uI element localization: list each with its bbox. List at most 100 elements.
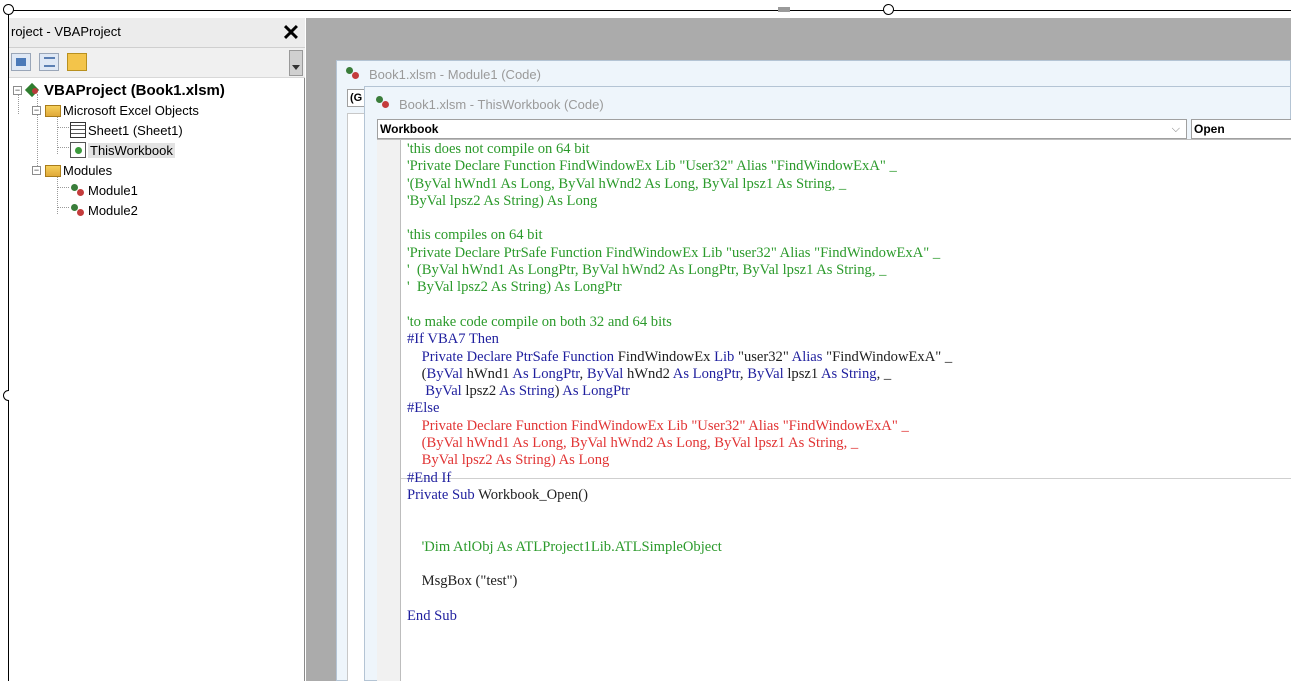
code-token: 'to make code compile on both 32 and 64 … (407, 313, 672, 330)
code-token: lpsz2 (465, 383, 500, 400)
object-dropdown[interactable]: Workbook ⌵ (377, 119, 1187, 139)
code-token: 'this does not compile on 64 bit (407, 141, 590, 157)
tree-item-thisworkbook[interactable]: ThisWorkbook (70, 140, 175, 160)
tree-item-project[interactable]: − VBAProject (Book1.xlsm) (13, 80, 225, 100)
code-line[interactable] (407, 522, 1287, 539)
frame-grip (778, 7, 790, 12)
procedure-dropdown[interactable]: Open (1191, 119, 1291, 139)
code-line[interactable]: ' (ByVal hWnd1 As LongPtr, ByVal hWnd2 A… (407, 262, 1287, 279)
resize-handle-top-left[interactable] (3, 4, 14, 15)
code-token: #End If (407, 469, 452, 486)
module1-window-titlebar[interactable]: Book1.xlsm - Module1 (Code) (337, 61, 1291, 87)
code-line[interactable]: 'ByVal lpsz2 As String) As Long (407, 193, 1287, 210)
code-editor[interactable]: 'this does not compile on 64 bit 'Private… (377, 139, 1291, 681)
code-line[interactable]: 'this does not compile on 64 bit (407, 141, 1287, 158)
project-explorer-toolbar (9, 48, 305, 78)
code-token: ByVal (425, 383, 466, 400)
code-token: ' (ByVal hWnd1 As LongPtr, ByVal hWnd2 A… (407, 262, 887, 279)
view-object-button[interactable] (39, 53, 59, 71)
workbook-icon (70, 142, 86, 158)
tree-item-module2[interactable]: Module2 (70, 200, 138, 220)
code-line[interactable]: 'this compiles on 64 bit (407, 227, 1287, 244)
tree-item-module1[interactable]: Module1 (70, 180, 138, 200)
code-line[interactable] (407, 504, 1287, 521)
collapse-icon[interactable]: − (13, 85, 22, 95)
code-line[interactable]: MsgBox ("test") (407, 573, 1287, 590)
code-text[interactable]: 'this does not compile on 64 bit 'Private… (407, 141, 1287, 625)
code-line[interactable]: 'Private Declare PtrSafe Function FindWi… (407, 245, 1287, 262)
code-line[interactable]: Private Declare PtrSafe Function FindWin… (407, 349, 1287, 366)
folder-icon (45, 105, 61, 117)
code-line[interactable]: #Else (407, 400, 1287, 417)
module-icon (375, 94, 395, 112)
code-line[interactable] (407, 556, 1287, 573)
resize-handle-top-middle[interactable] (883, 4, 894, 15)
object-dropdown-value: Workbook (380, 122, 439, 136)
code-margin[interactable] (377, 140, 401, 681)
code-line[interactable]: '(ByVal hWnd1 As Long, ByVal hWnd2 As Lo… (407, 176, 1287, 193)
code-line[interactable] (407, 591, 1287, 608)
tree-item-excel-objects[interactable]: − Microsoft Excel Objects (32, 100, 199, 120)
code-token: Workbook_Open() (478, 486, 588, 503)
tree-connector (57, 127, 69, 128)
project-tree: − VBAProject (Book1.xlsm) − Microsoft Ex… (9, 80, 305, 680)
code-line[interactable]: ' ByVal lpsz2 As String) As LongPtr (407, 279, 1287, 296)
code-token: ( (407, 365, 427, 382)
code-token: hWnd1 (466, 365, 513, 382)
code-token: As LongPtr (562, 383, 630, 400)
code-token: 'Private Declare PtrSafe Function FindWi… (407, 244, 941, 261)
chevron-down-icon[interactable]: ⌵ (1172, 120, 1180, 138)
code-line[interactable]: ByVal lpsz2 As String) As LongPtr (407, 383, 1287, 400)
view-code-button[interactable] (11, 53, 31, 71)
project-explorer-titlebar: roject - VBAProject ✕ (9, 18, 305, 48)
code-token: #Else (407, 400, 440, 417)
code-token: "FindWindowExA" _ (826, 348, 953, 365)
code-token: ByVal (586, 365, 627, 382)
tree-item-label: Module1 (88, 182, 138, 198)
toolbar-overflow-button[interactable] (289, 50, 303, 76)
code-token: Private Declare Function FindWindowEx Li… (407, 417, 909, 434)
code-line[interactable]: End Sub (407, 608, 1287, 625)
close-icon[interactable]: ✕ (279, 21, 303, 45)
tree-connector (57, 174, 58, 214)
code-token: hWnd2 (626, 365, 673, 382)
code-token: , _ (876, 365, 892, 382)
code-token: FindWindowEx (617, 348, 715, 365)
code-token: As String (499, 383, 555, 400)
code-line[interactable]: ByVal lpsz2 As String) As Long (407, 452, 1287, 469)
code-token: Private Sub (407, 486, 479, 503)
thisworkbook-window-title: Book1.xlsm - ThisWorkbook (Code) (399, 97, 604, 112)
code-line[interactable]: #End If (407, 470, 1287, 487)
module-icon (345, 65, 365, 83)
code-line[interactable]: Private Sub Workbook_Open() (407, 487, 1287, 504)
code-token: As LongPtr (512, 365, 580, 382)
code-token: #If VBA7 Then (407, 331, 499, 348)
tree-item-label: Sheet1 (Sheet1) (88, 122, 183, 138)
code-token: Alias (791, 348, 827, 365)
code-line[interactable]: #If VBA7 Then (407, 331, 1287, 348)
code-line[interactable]: (ByVal hWnd1 As LongPtr, ByVal hWnd2 As … (407, 366, 1287, 383)
tree-item-modules[interactable]: − Modules (32, 160, 112, 180)
code-line[interactable]: 'Dim AtlObj As ATLProject1Lib.ATLSimpleO… (407, 539, 1287, 556)
tree-item-label: Microsoft Excel Objects (63, 102, 199, 118)
code-token: MsgBox ("test") (407, 573, 518, 590)
thisworkbook-window-titlebar[interactable]: Book1.xlsm - ThisWorkbook (Code) (365, 87, 1291, 117)
tree-item-label: ThisWorkbook (88, 142, 175, 158)
code-line[interactable]: Private Declare Function FindWindowEx Li… (407, 418, 1287, 435)
code-line[interactable]: 'to make code compile on both 32 and 64 … (407, 314, 1287, 331)
collapse-icon[interactable]: − (32, 165, 41, 175)
code-line[interactable] (407, 210, 1287, 227)
code-line[interactable]: (ByVal hWnd1 As Long, ByVal hWnd2 As Lon… (407, 435, 1287, 452)
code-token: lpsz1 (787, 365, 822, 382)
toggle-folders-button[interactable] (67, 53, 87, 71)
tree-item-label: Modules (63, 162, 113, 178)
project-explorer: roject - VBAProject ✕ − VBAProject (Book… (9, 18, 305, 681)
code-line[interactable]: 'Private Declare Function FindWindowEx L… (407, 158, 1287, 175)
vba-project-icon (26, 82, 42, 98)
tree-connector (57, 187, 69, 188)
thisworkbook-code-window[interactable]: Book1.xlsm - ThisWorkbook (Code) Workboo… (364, 86, 1291, 681)
code-line[interactable] (407, 297, 1287, 314)
project-explorer-title: roject - VBAProject (11, 24, 121, 39)
tree-item-sheet1[interactable]: Sheet1 (Sheet1) (70, 120, 183, 140)
collapse-icon[interactable]: − (32, 105, 41, 115)
